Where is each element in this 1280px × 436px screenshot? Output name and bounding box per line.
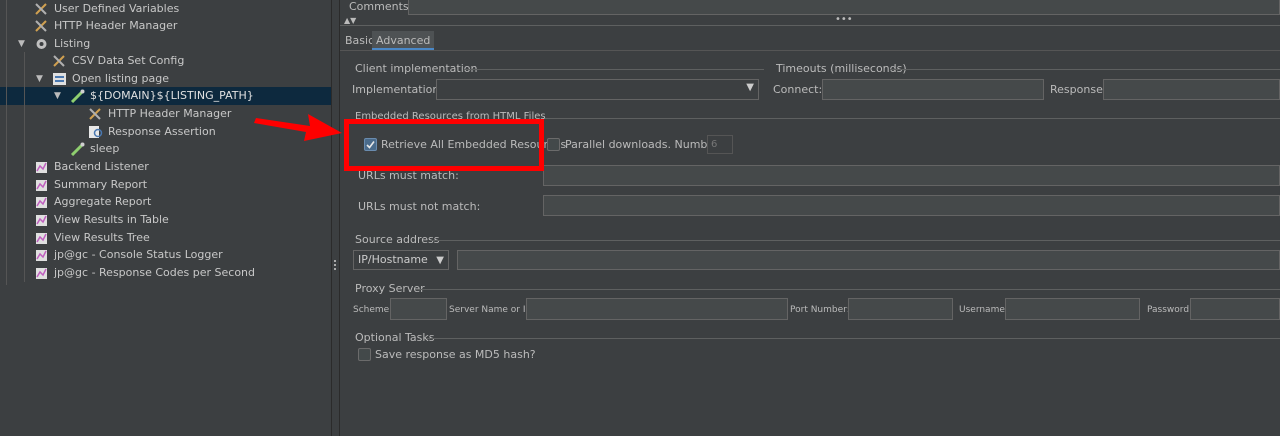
implementation-select[interactable]: ▼ xyxy=(436,79,759,100)
chevron-down-icon[interactable]: ▼ xyxy=(54,91,64,101)
response-label: Response: xyxy=(1050,83,1107,96)
tree-item-label: View Results in Table xyxy=(54,213,169,226)
annotation-highlight-box xyxy=(344,119,544,171)
listener-icon xyxy=(34,195,49,209)
section-line xyxy=(427,338,1280,339)
source-address-field[interactable] xyxy=(457,250,1280,270)
section-line xyxy=(890,69,1280,70)
chevron-down-icon[interactable]: ▼ xyxy=(36,74,46,84)
split-pane-divider[interactable] xyxy=(331,0,340,436)
tree-item-label: CSV Data Set Config xyxy=(72,54,185,67)
parallel-downloads-checkbox[interactable] xyxy=(547,138,560,151)
tools-icon xyxy=(34,2,49,16)
tools-icon xyxy=(34,19,49,33)
proxy-server-title: Proxy Server xyxy=(355,282,425,295)
port-number-label: Port Number: xyxy=(790,305,850,315)
urls-must-not-match-field[interactable] xyxy=(543,195,1280,216)
proxy-scheme-field[interactable] xyxy=(390,298,447,320)
chevron-down-icon: ▼ xyxy=(436,255,444,266)
proxy-username-field[interactable] xyxy=(1005,298,1140,320)
collapse-arrows-icon[interactable]: ▲▼ xyxy=(344,16,356,25)
tree-item-label: jp@gc - Console Status Logger xyxy=(54,248,223,261)
connect-timeout-field[interactable] xyxy=(822,79,1044,100)
chevron-down-icon[interactable]: ▼ xyxy=(18,39,28,49)
tree-item-label: Response Assertion xyxy=(108,125,216,138)
urls-must-match-field[interactable] xyxy=(543,165,1280,186)
assertion-icon xyxy=(88,125,103,139)
controller-icon xyxy=(52,72,67,86)
listener-icon xyxy=(34,160,49,174)
section-line xyxy=(464,69,764,70)
tree-item-label: Aggregate Report xyxy=(54,195,152,208)
proxy-port-field[interactable] xyxy=(848,298,953,320)
tree-item-label: HTTP Header Manager xyxy=(108,107,232,120)
tree-item-label: Listing xyxy=(54,37,91,50)
tree-item-label: jp@gc - Response Codes per Second xyxy=(54,266,255,279)
tab-label: Basic xyxy=(345,34,375,47)
section-line xyxy=(545,118,1280,119)
response-timeout-field[interactable] xyxy=(1103,79,1280,100)
tree-item-label: sleep xyxy=(90,142,120,155)
splitter-dots-icon[interactable]: ••• xyxy=(835,14,853,25)
parallel-number-value: 6 xyxy=(711,139,718,150)
urls-must-not-match-label: URLs must not match: xyxy=(358,200,481,213)
save-md5-label: Save response as MD5 hash? xyxy=(375,348,536,361)
tree-item-label: User Defined Variables xyxy=(54,2,180,15)
tab-baseline xyxy=(340,50,1280,51)
listener-icon xyxy=(34,231,49,245)
source-address-type-value: IP/Hostname xyxy=(358,253,428,266)
tree-guide-line xyxy=(6,0,7,285)
tree-item-label: ${DOMAIN}${LISTING_PATH} xyxy=(90,89,254,102)
scheme-label: Scheme: xyxy=(353,305,393,315)
listener-icon xyxy=(34,266,49,280)
proxy-server-field[interactable] xyxy=(526,298,788,320)
implementation-label: Implementation: xyxy=(352,83,444,96)
listener-icon xyxy=(34,248,49,262)
annotation-arrow-icon xyxy=(254,114,342,141)
tree-item-label: HTTP Header Manager xyxy=(54,19,178,32)
sampler-pipette-icon xyxy=(70,89,85,104)
listener-icon xyxy=(34,178,49,192)
tab-label: Advanced xyxy=(376,34,431,47)
client-implementation-title: Client implementation xyxy=(355,62,478,75)
password-label: Password: xyxy=(1147,305,1193,315)
test-plan-tree[interactable]: User Defined Variables HTTP Header Manag… xyxy=(0,0,331,436)
top-splitter-line xyxy=(340,25,1280,26)
username-label: Username: xyxy=(959,305,1008,315)
parallel-number-field[interactable]: 6 xyxy=(707,135,733,154)
proxy-password-field[interactable] xyxy=(1190,298,1280,320)
sampler-pipette-icon xyxy=(70,142,85,157)
gear-icon xyxy=(34,37,49,51)
section-line xyxy=(417,289,1280,290)
tab-advanced[interactable]: Advanced xyxy=(372,31,435,50)
comments-field[interactable] xyxy=(408,0,1280,15)
server-name-label: Server Name or IP: xyxy=(449,305,534,315)
sampler-config-panel: Comments: ▲▼ ••• Basic Advanced Client i… xyxy=(340,0,1280,436)
source-address-title: Source address xyxy=(355,233,440,246)
tools-icon xyxy=(52,54,67,68)
tree-item-label: Backend Listener xyxy=(54,160,149,173)
tools-icon xyxy=(88,107,103,121)
connect-label: Connect: xyxy=(773,83,823,96)
optional-tasks-title: Optional Tasks xyxy=(355,331,435,344)
tree-item-label: Summary Report xyxy=(54,178,148,191)
tree-item-label: Open listing page xyxy=(72,72,170,85)
source-address-type-select[interactable]: IP/Hostname ▼ xyxy=(353,250,449,270)
comments-label: Comments: xyxy=(349,0,413,13)
tree-guide-line xyxy=(24,52,25,282)
listener-icon xyxy=(34,213,49,227)
drag-handle-icon xyxy=(334,260,337,272)
tree-item-label: View Results Tree xyxy=(54,231,150,244)
timeouts-title: Timeouts (milliseconds) xyxy=(776,62,907,75)
section-line xyxy=(430,240,1280,241)
parallel-downloads-label: Parallel downloads. Number: xyxy=(565,138,723,151)
chevron-down-icon: ▼ xyxy=(746,82,754,93)
save-md5-checkbox[interactable] xyxy=(358,348,371,361)
